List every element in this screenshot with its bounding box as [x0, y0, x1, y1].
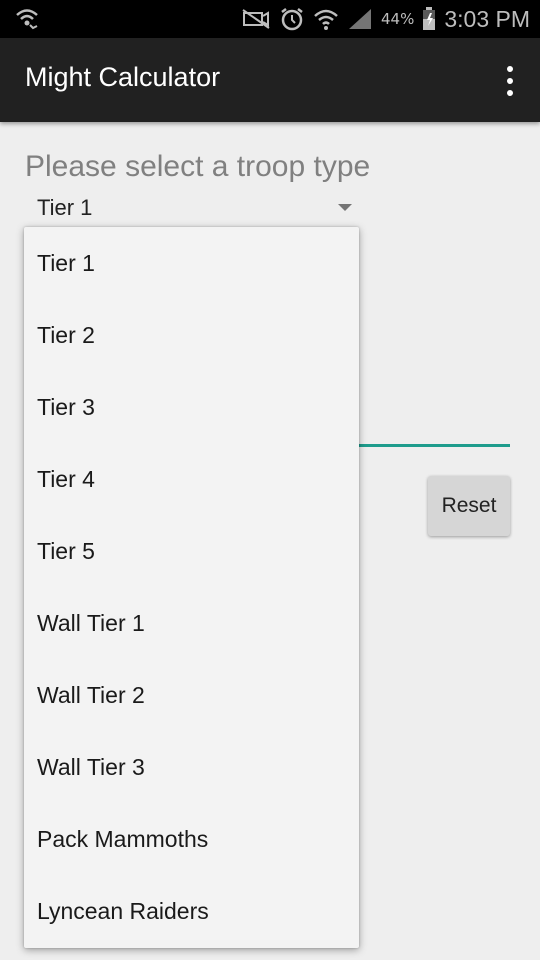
battery-percent: 44%: [381, 10, 415, 28]
menu-dot: [507, 66, 513, 72]
battery-icon: [422, 7, 436, 31]
wifi-call-icon: [14, 7, 40, 35]
dropdown-item-lyncean-raiders[interactable]: Lyncean Raiders: [24, 875, 359, 947]
app-title: Might Calculator: [25, 62, 221, 92]
clock: 3:03 PM: [444, 5, 530, 32]
dropdown-item-tier-4[interactable]: Tier 4: [24, 443, 359, 515]
menu-dot: [507, 90, 513, 96]
dropdown-item-wall-tier-1[interactable]: Wall Tier 1: [24, 587, 359, 659]
dropdown-arrow-icon: [338, 204, 352, 211]
signal-icon: [347, 7, 373, 31]
dropdown-item-wall-tier-2[interactable]: Wall Tier 2: [24, 659, 359, 731]
app-bar: Might Calculator: [0, 38, 540, 122]
troop-type-prompt: Please select a troop type: [25, 150, 371, 183]
dropdown-item-tier-5[interactable]: Tier 5: [24, 515, 359, 587]
reset-button[interactable]: Reset: [428, 476, 510, 536]
troop-type-dropdown: Tier 1 Tier 2 Tier 3 Tier 4 Tier 5 Wall …: [24, 227, 359, 948]
dropdown-item-tier-2[interactable]: Tier 2: [24, 299, 359, 371]
menu-dot: [507, 78, 513, 84]
overflow-menu-icon[interactable]: [504, 66, 516, 96]
troop-type-spinner[interactable]: Tier 1: [25, 192, 360, 226]
alarm-icon: [279, 7, 305, 31]
wifi-icon: [313, 7, 339, 31]
status-bar: 44% 3:03 PM: [0, 0, 540, 38]
dropdown-item-tier-3[interactable]: Tier 3: [24, 371, 359, 443]
dropdown-item-pack-mammoths[interactable]: Pack Mammoths: [24, 803, 359, 875]
dropdown-item-wall-tier-3[interactable]: Wall Tier 3: [24, 731, 359, 803]
spinner-selected-value: Tier 1: [37, 195, 93, 220]
mute-icon: [241, 8, 271, 30]
quantity-input[interactable]: [356, 444, 510, 447]
dropdown-item-tier-1[interactable]: Tier 1: [24, 227, 359, 299]
